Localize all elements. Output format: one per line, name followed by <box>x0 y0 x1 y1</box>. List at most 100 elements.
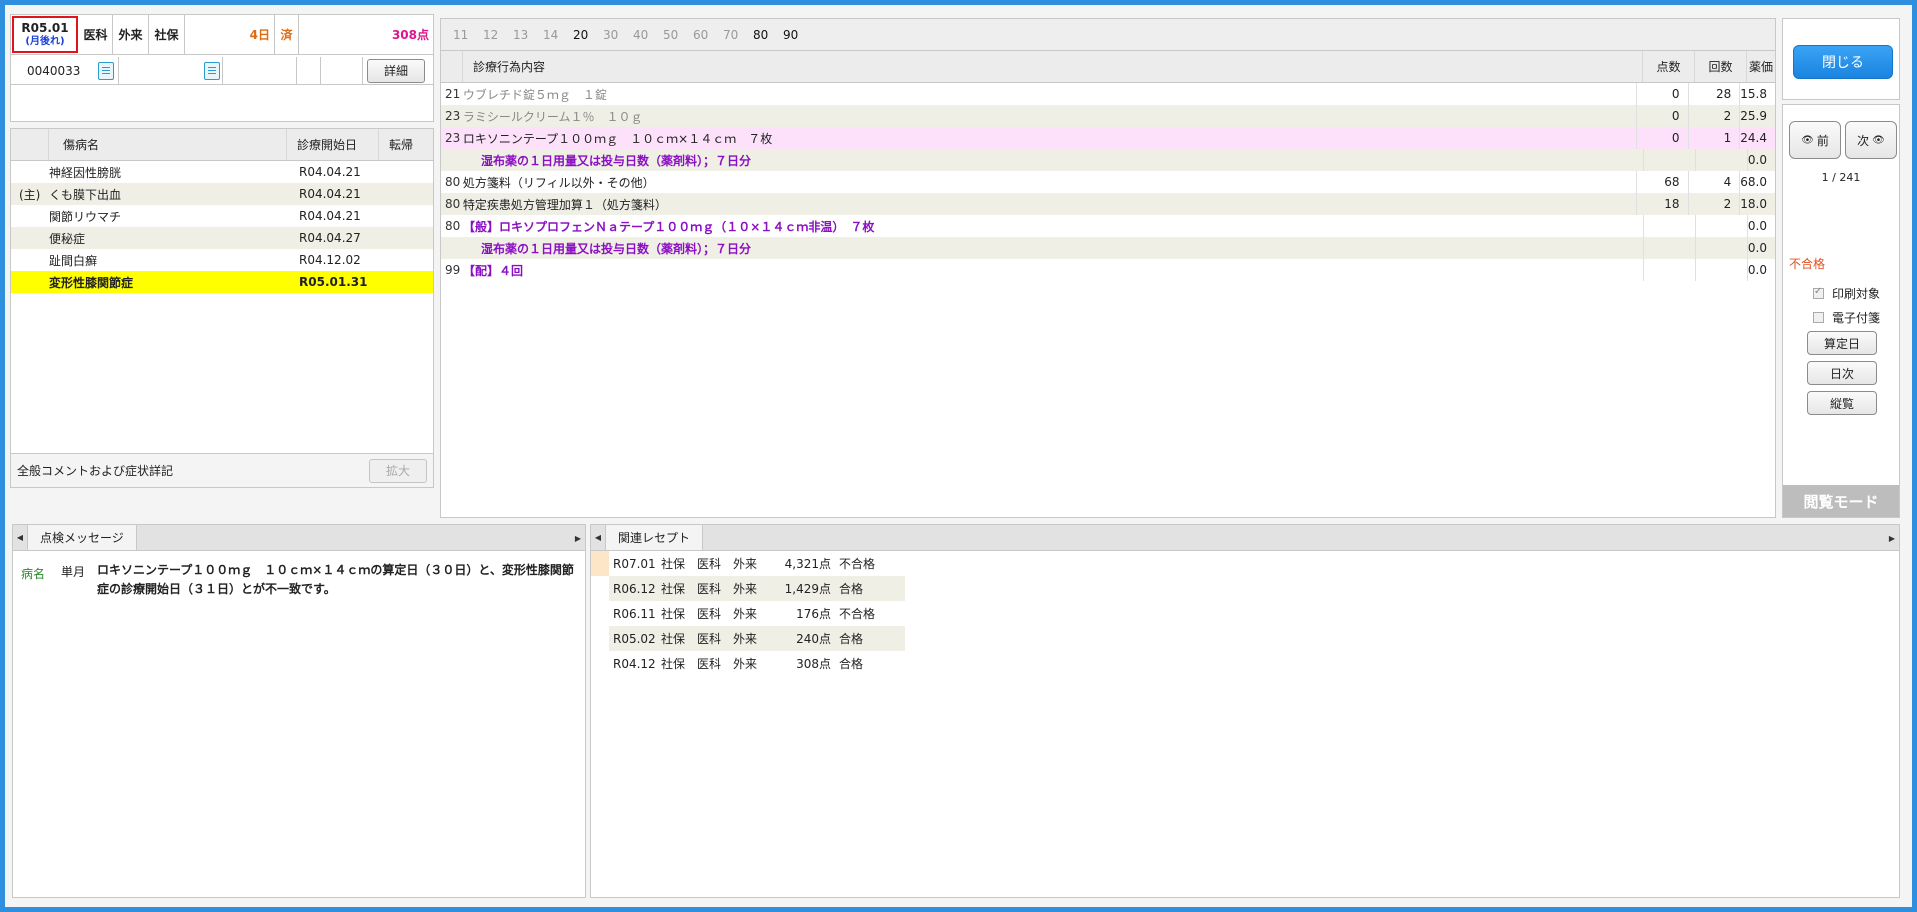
expand-button[interactable]: 拡大 <box>369 458 427 483</box>
day-filter-13[interactable]: 13 <box>513 28 543 42</box>
related-dept: 医科 <box>697 557 722 571</box>
scroll-left-icon[interactable]: ◀ <box>591 525 605 550</box>
disease-row[interactable]: 便秘症 R04.04.27 <box>11 227 433 249</box>
scroll-right-icon[interactable]: ▶ <box>1885 525 1899 551</box>
treatment-row[interactable]: 21 ウブレチド錠５ｍｇ １錠 0 28 15.8 <box>441 83 1775 105</box>
related-date: R06.11 <box>613 606 656 621</box>
related-points: 240点 <box>796 632 831 646</box>
day-filter-14[interactable]: 14 <box>543 28 573 42</box>
treatment-row[interactable]: 80 処方箋料（リフィル以外・その他） 68 4 68.0 <box>441 171 1775 193</box>
content-header[interactable]: 診療行為内容 <box>463 51 1643 82</box>
day-filter-30[interactable]: 30 <box>603 28 633 42</box>
related-dept: 医科 <box>697 582 722 596</box>
day-filter-60[interactable]: 60 <box>693 28 723 42</box>
receipt-date[interactable]: R05.01 (月後れ) <box>12 16 78 53</box>
treatment-row[interactable]: 湿布薬の１日用量又は投与日数（薬剤料）；７日分 0.0 <box>441 149 1775 171</box>
related-tabbar: ◀ 関連レセプト ▶ <box>591 525 1899 551</box>
disease-name: 関節リウマチ <box>49 209 122 224</box>
print-target-option[interactable]: 印刷対象 <box>1813 285 1880 302</box>
treatment-text: 【配】４回 <box>463 263 524 278</box>
prev-label: 前 <box>1816 133 1829 148</box>
day-filter-20[interactable]: 20 <box>573 28 603 42</box>
related-receipt-cells: R05.02 社保 医科 外来 240点 合格 <box>609 626 905 651</box>
e-tag-checkbox[interactable] <box>1813 312 1824 323</box>
comment-bar: 全般コメントおよび症状詳記 拡大 <box>11 453 433 487</box>
e-tag-option[interactable]: 電子付箋 <box>1813 309 1880 326</box>
disease-row[interactable]: (主) くも膜下出血 R04.04.21 <box>11 183 433 205</box>
day-filter-50[interactable]: 50 <box>663 28 693 42</box>
daily-button[interactable]: 日次 <box>1807 361 1877 385</box>
overview-button[interactable]: 縦覧 <box>1807 391 1877 415</box>
outcome-header[interactable]: 転帰 <box>379 129 433 160</box>
disease-start-date: R04.04.27 <box>299 231 361 245</box>
related-receipt-row[interactable]: R06.11 社保 医科 外来 176点 不合格 <box>591 601 1899 626</box>
treatment-row[interactable]: 23 ロキソニンテープ１００ｍｇ １０ｃｍ×１４ｃｍ ７枚 0 1 24.4 <box>441 127 1775 149</box>
treatment-text: 処方箋料（リフィル以外・その他） <box>462 175 655 190</box>
treatment-points: 68 <box>1635 171 1688 193</box>
row-marker <box>591 601 609 626</box>
related-receipt-list: R07.01 社保 医科 外来 4,321点 不合格 R06.12 社保 医科 外来 1,429点合… <box>591 551 1899 676</box>
document-icon[interactable] <box>204 61 220 80</box>
prev-button[interactable]: 👁 前 <box>1789 121 1841 159</box>
day-filter-11[interactable]: 11 <box>453 28 483 42</box>
close-button[interactable]: 閉じる <box>1793 45 1893 79</box>
related-insurance: 社保 <box>661 632 686 646</box>
treatment-points: 0 <box>1635 127 1688 149</box>
status-label: 済 <box>275 15 299 54</box>
calc-day-button[interactable]: 算定日 <box>1807 331 1877 355</box>
e-tag-label: 電子付箋 <box>1832 311 1881 325</box>
treatment-text: ラミシールクリーム１％ １０ｇ <box>462 109 643 124</box>
disease-row[interactable]: 変形性膝関節症 R05.01.31 <box>11 271 433 293</box>
treatment-points: 0 <box>1635 105 1688 127</box>
related-receipt-row[interactable]: R06.12 社保 医科 外来 1,429点 合格 <box>591 576 1899 601</box>
day-filter-80[interactable]: 80 <box>753 28 783 42</box>
disease-table-header: 傷病名 診療開始日 転帰 <box>11 129 433 161</box>
treatment-row[interactable]: 99 【配】４回 0.0 <box>441 259 1775 281</box>
treatment-row[interactable]: 湿布薬の１日用量又は投与日数（薬剤料）；７日分 0.0 <box>441 237 1775 259</box>
disease-panel: 傷病名 診療開始日 転帰 神経因性膀胱 R04.04.21 (主) くも膜下出血 R04… <box>10 128 434 488</box>
disease-name: 神経因性膀胱 <box>49 165 122 180</box>
treatment-row[interactable]: 23 ラミシールクリーム１％ １０ｇ 0 2 25.9 <box>441 105 1775 127</box>
disease-start-date: R04.04.21 <box>299 165 361 179</box>
related-receipt-row[interactable]: R05.02 社保 医科 外来 240点 合格 <box>591 626 1899 651</box>
related-dept: 医科 <box>697 657 722 671</box>
disease-row[interactable]: 関節リウマチ R04.04.21 <box>11 205 433 227</box>
related-receipt-row[interactable]: R04.12 社保 医科 外来 308点 合格 <box>591 651 1899 676</box>
check-result: 不合格 <box>1789 257 1826 271</box>
message-text: ロキソニンテープ１００ｍｇ １０ｃｍ×１４ｃｍの算定日（３０日）と、変形性膝関節… <box>97 563 574 597</box>
points-header[interactable]: 点数 <box>1643 51 1695 82</box>
day-filter-12[interactable]: 12 <box>483 28 513 42</box>
start-date-header[interactable]: 診療開始日 <box>287 129 379 160</box>
print-target-checkbox[interactable] <box>1813 286 1824 299</box>
disease-start-date: R04.12.02 <box>299 253 361 267</box>
treatment-points: 18 <box>1635 193 1688 215</box>
row-marker <box>591 626 609 651</box>
treatment-drug-price: 0.0 <box>1746 215 1775 237</box>
message-item[interactable]: 病名 単月 ロキソニンテープ１００ｍｇ １０ｃｍ×１４ｃｍの算定日（３０日）と、変形… <box>13 551 585 609</box>
day-filter-90[interactable]: 90 <box>783 28 813 42</box>
related-insurance: 社保 <box>661 557 686 571</box>
next-button[interactable]: 次 👁 <box>1845 121 1897 159</box>
scroll-left-icon[interactable]: ◀ <box>13 525 27 550</box>
document-icon[interactable] <box>98 61 114 80</box>
detail-button[interactable]: 詳細 <box>367 58 425 83</box>
disease-row[interactable]: 神経因性膀胱 R04.04.21 <box>11 161 433 183</box>
day-filter-70[interactable]: 70 <box>723 28 753 42</box>
related-receipt-row[interactable]: R07.01 社保 医科 外来 4,321点 不合格 <box>591 551 1899 576</box>
eye-icon: 👁 <box>1872 134 1885 146</box>
scroll-right-icon[interactable]: ▶ <box>571 525 585 551</box>
treatment-text: ロキソニンテープ１００ｍｇ １０ｃｍ×１４ｃｍ ７枚 <box>462 131 773 146</box>
drug-price-header[interactable]: 薬価 <box>1747 51 1775 82</box>
tab-check-message[interactable]: 点検メッセージ <box>27 525 137 550</box>
treatment-text: ウブレチド錠５ｍｇ １錠 <box>462 87 607 102</box>
related-insurance: 社保 <box>661 607 686 621</box>
disease-name: 便秘症 <box>49 231 86 246</box>
treatment-row[interactable]: 80 【般】ロキソプロフェンＮａテープ１００ｍｇ（１０×１４ｃｍ非温） ７枚 0.0 <box>441 215 1775 237</box>
view-mode-label: 閲覧モード <box>1783 485 1899 517</box>
disease-row[interactable]: 趾間白癬 R04.12.02 <box>11 249 433 271</box>
day-filter-40[interactable]: 40 <box>633 28 663 42</box>
count-header[interactable]: 回数 <box>1695 51 1747 82</box>
tab-related-receipt[interactable]: 関連レセプト <box>605 525 704 550</box>
disease-name-header[interactable]: 傷病名 <box>49 129 287 160</box>
treatment-row[interactable]: 80 特定疾患処方管理加算１（処方箋料） 18 2 18.0 <box>441 193 1775 215</box>
